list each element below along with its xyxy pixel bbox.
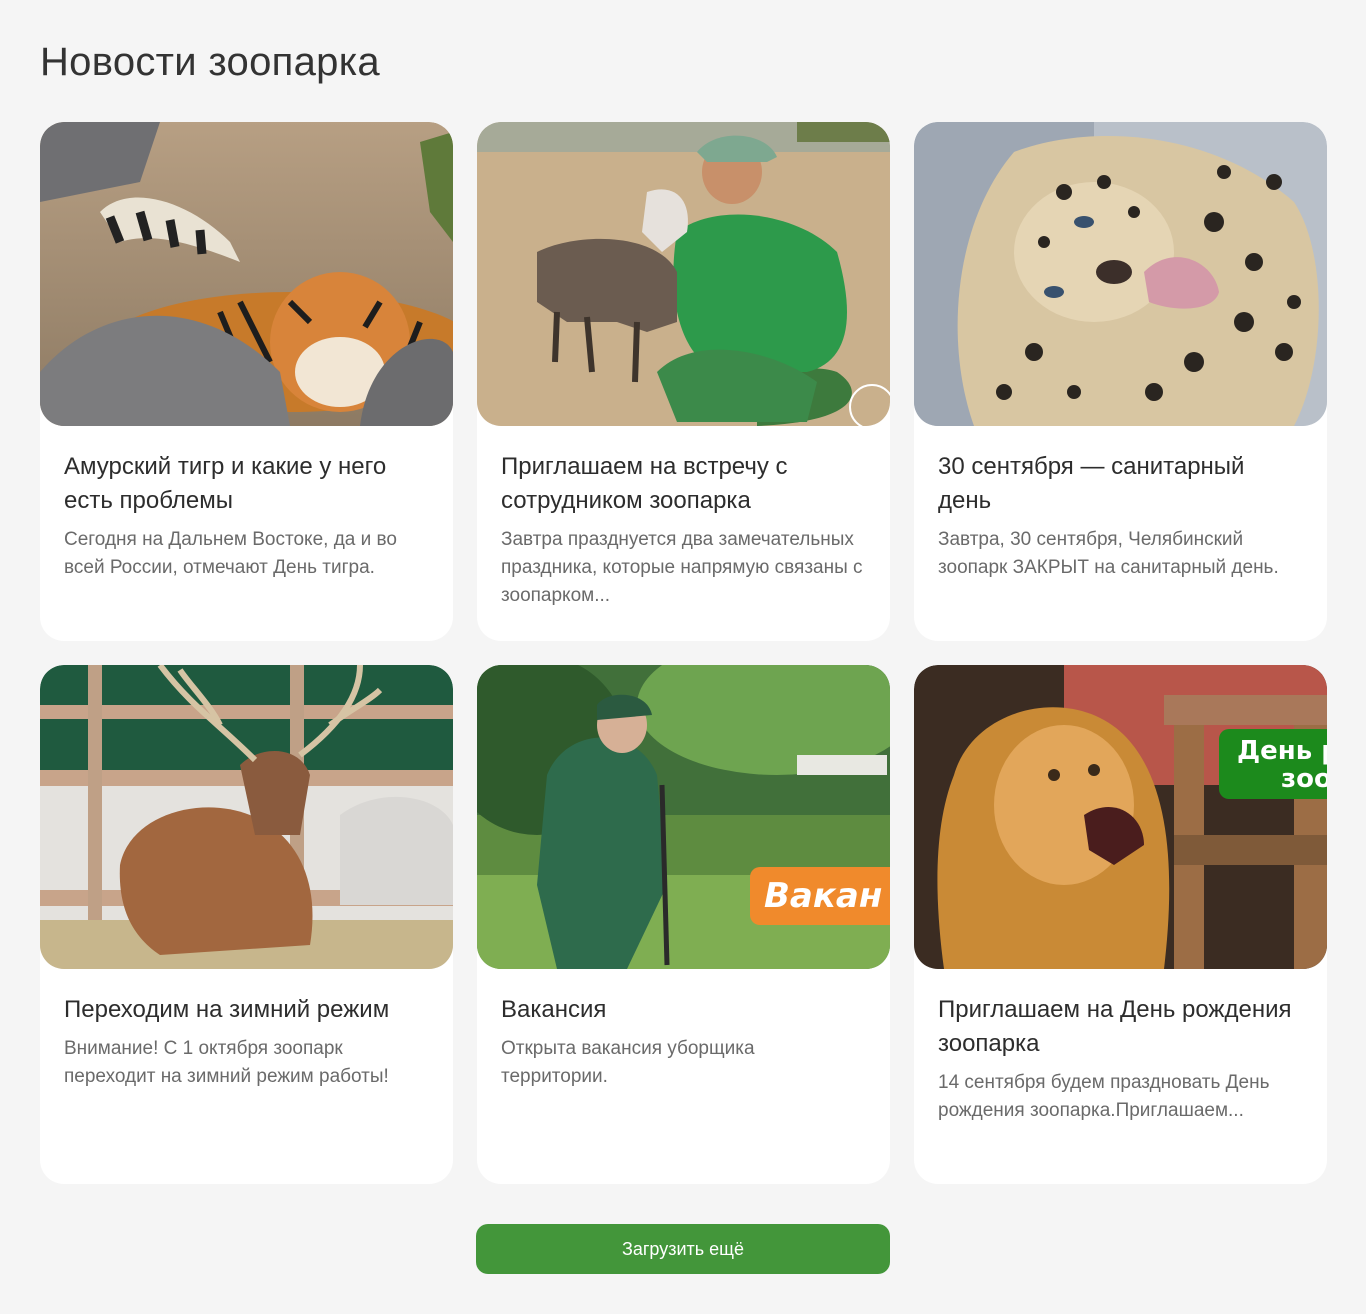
deer-photo <box>40 665 453 969</box>
news-title: Приглашаем на День рождения зоопарка <box>938 996 1292 1057</box>
news-excerpt: Сегодня на Дальнем Востоке, да и во всей… <box>64 529 397 578</box>
news-excerpt: Завтра празднуется два замечательных пра… <box>501 529 863 606</box>
news-card-vacancy[interactable]: Вакан Вакансия Открыта вакансия уборщика… <box>477 665 890 1184</box>
news-excerpt: Завтра, 30 сентября, Челябинский зоопарк… <box>938 529 1279 578</box>
tiger-photo <box>40 122 453 426</box>
news-card-leopard[interactable]: 30 сентября — санитарный день Завтра, 30… <box>914 122 1327 641</box>
news-title: Переходим на зимний режим <box>64 996 390 1023</box>
birthday-badge-line1: День р <box>1237 736 1327 766</box>
news-card-tiger[interactable]: Амурский тигр и какие у него есть пробле… <box>40 122 453 641</box>
keeper-goat-photo <box>477 122 890 426</box>
news-title: 30 сентября — санитарный день <box>938 453 1245 514</box>
news-excerpt: Внимание! С 1 октября зоопарк переходит … <box>64 1038 389 1087</box>
news-excerpt: Открыта вакансия уборщика территории. <box>501 1038 755 1087</box>
news-card-deer[interactable]: Переходим на зимний режим Внимание! С 1 … <box>40 665 453 1184</box>
news-page: Новости зоопарка Амурский тигр и какие у… <box>0 0 1366 1314</box>
lion-photo: День р зоо <box>914 665 1327 969</box>
news-card-keeper[interactable]: Приглашаем на встречу с сотрудником зооп… <box>477 122 890 641</box>
vacancy-badge: Вакан <box>750 867 890 925</box>
page-title: Новости зоопарка <box>40 40 380 84</box>
news-excerpt: 14 сентября будем праздновать День рожде… <box>938 1072 1270 1121</box>
news-grid: Амурский тигр и какие у него есть пробле… <box>40 122 1327 1184</box>
news-title: Вакансия <box>501 996 607 1023</box>
news-title: Амурский тигр и какие у него есть пробле… <box>64 453 387 514</box>
birthday-badge-line2: зоо <box>1281 764 1327 794</box>
news-title: Приглашаем на встречу с сотрудником зооп… <box>501 453 788 514</box>
load-more-button[interactable]: Загрузить ещё <box>476 1224 890 1274</box>
worker-photo: Вакан <box>477 665 890 969</box>
birthday-badge: День р зоо <box>1219 729 1327 799</box>
news-card-lion[interactable]: День р зоо Приглашаем на День рождения з… <box>914 665 1327 1184</box>
leopard-photo <box>914 122 1327 426</box>
